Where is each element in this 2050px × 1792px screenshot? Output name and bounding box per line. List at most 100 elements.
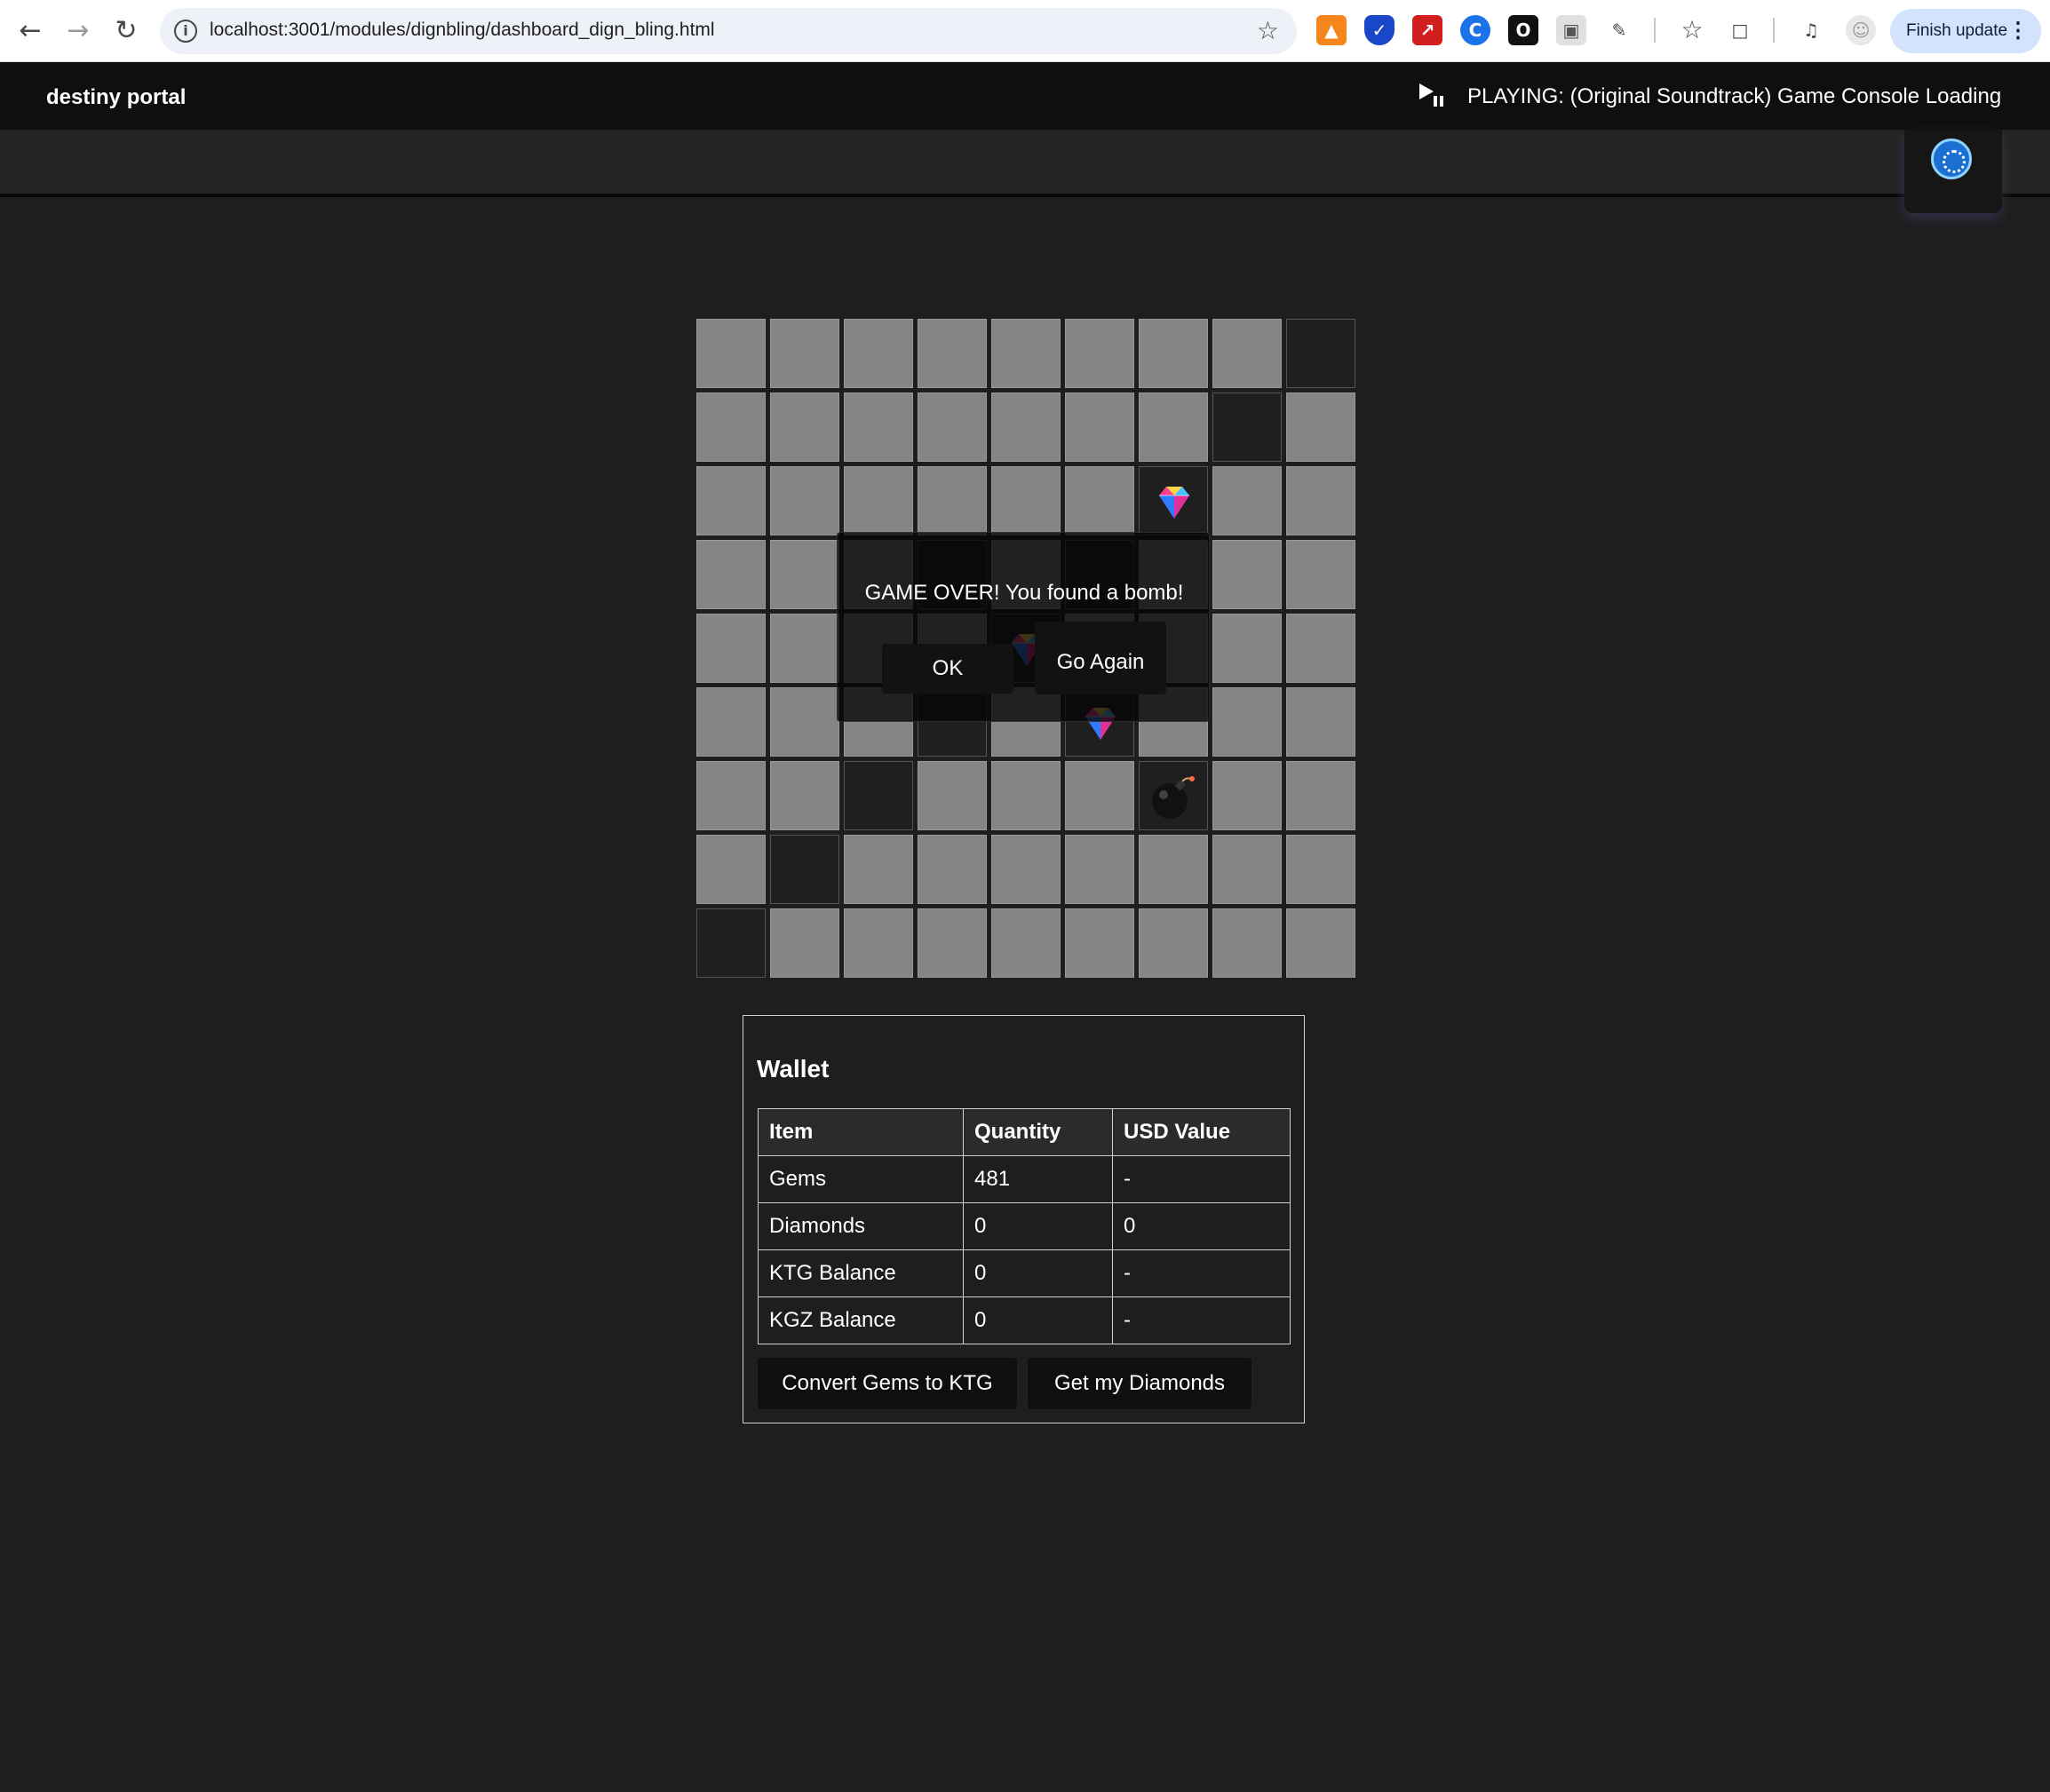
hidden-tile[interactable] <box>1212 466 1282 535</box>
app-header: destiny portal PLAYING: (Original Soundt… <box>0 62 2050 130</box>
o-extension-icon[interactable]: O <box>1508 15 1538 45</box>
revealed-tile <box>1139 761 1208 830</box>
play-pause-icon[interactable] <box>1418 82 1444 108</box>
table-cell: 0 <box>1112 1202 1291 1250</box>
cast-extension-icon[interactable]: ▣ <box>1556 15 1586 45</box>
hidden-tile[interactable] <box>1139 908 1208 978</box>
forward-icon[interactable]: → <box>62 15 94 47</box>
hidden-tile[interactable] <box>1212 761 1282 830</box>
table-cell: KGZ Balance <box>758 1296 964 1344</box>
hidden-tile[interactable] <box>1212 319 1282 388</box>
hidden-tile[interactable] <box>918 761 987 830</box>
hidden-tile[interactable] <box>918 319 987 388</box>
c-extension-icon[interactable]: C <box>1460 15 1490 45</box>
table-cell: KTG Balance <box>758 1249 964 1297</box>
hidden-tile[interactable] <box>991 761 1061 830</box>
hidden-tile[interactable] <box>1286 835 1355 904</box>
hidden-tile[interactable] <box>1065 392 1134 462</box>
hidden-tile[interactable] <box>696 687 766 757</box>
game-over-dialog: GAME OVER! You found a bomb! OK Go Again <box>837 532 1210 722</box>
hidden-tile[interactable] <box>1139 319 1208 388</box>
hidden-tile[interactable] <box>770 466 839 535</box>
extensions-puzzle-icon[interactable]: ✎ <box>1604 15 1634 45</box>
metamask-extension-icon[interactable]: ▲ <box>1316 15 1347 45</box>
hidden-tile[interactable] <box>1212 540 1282 609</box>
hidden-tile[interactable] <box>696 761 766 830</box>
finish-update-button[interactable]: Finish update ⋮ <box>1890 9 2041 53</box>
hidden-tile[interactable] <box>770 687 839 757</box>
hidden-tile[interactable] <box>696 540 766 609</box>
shield-extension-icon[interactable]: ✓ <box>1364 15 1394 45</box>
hidden-tile[interactable] <box>1286 392 1355 462</box>
hidden-tile[interactable] <box>991 466 1061 535</box>
address-bar[interactable]: i localhost:3001/modules/dignbling/dashb… <box>160 8 1297 54</box>
hidden-tile[interactable] <box>844 908 913 978</box>
table-cell: 0 <box>963 1296 1113 1344</box>
hidden-tile[interactable] <box>1139 392 1208 462</box>
hidden-tile[interactable] <box>696 835 766 904</box>
hidden-tile[interactable] <box>770 761 839 830</box>
hidden-tile[interactable] <box>844 319 913 388</box>
hidden-tile[interactable] <box>1065 319 1134 388</box>
hidden-tile[interactable] <box>770 540 839 609</box>
hidden-tile[interactable] <box>1286 761 1355 830</box>
hidden-tile[interactable] <box>1286 908 1355 978</box>
hidden-tile[interactable] <box>1212 614 1282 683</box>
hidden-tile[interactable] <box>991 392 1061 462</box>
media-controls-icon[interactable]: ♫ <box>1796 15 1826 45</box>
game-over-message: GAME OVER! You found a bomb! <box>864 581 1184 605</box>
hidden-tile[interactable] <box>696 319 766 388</box>
hidden-tile[interactable] <box>770 614 839 683</box>
back-icon[interactable]: ← <box>14 15 46 47</box>
hidden-tile[interactable] <box>1286 687 1355 757</box>
bookmark-star-icon[interactable]: ☆ <box>1257 16 1279 45</box>
bomb-icon <box>1148 773 1198 822</box>
wheel-icon[interactable] <box>1931 139 1972 179</box>
hidden-tile[interactable] <box>1212 835 1282 904</box>
hidden-tile[interactable] <box>1286 466 1355 535</box>
hidden-tile[interactable] <box>1212 908 1282 978</box>
hidden-tile[interactable] <box>1065 466 1134 535</box>
hidden-tile[interactable] <box>1065 761 1134 830</box>
get-diamonds-button[interactable]: Get my Diamonds <box>1028 1358 1251 1409</box>
hidden-tile[interactable] <box>696 392 766 462</box>
hidden-tile[interactable] <box>991 835 1061 904</box>
hidden-tile[interactable] <box>1139 835 1208 904</box>
hidden-tile[interactable] <box>770 319 839 388</box>
menu-dots-icon[interactable]: ⋮ <box>2007 9 2029 53</box>
hidden-tile[interactable] <box>844 835 913 904</box>
brand-title[interactable]: destiny portal <box>46 85 186 110</box>
floating-widget[interactable] <box>1904 130 2002 213</box>
revealed-tile <box>1139 466 1208 535</box>
hidden-tile[interactable] <box>918 908 987 978</box>
table-cell: - <box>1112 1155 1291 1203</box>
go-again-button[interactable]: Go Again <box>1035 622 1166 694</box>
hidden-tile[interactable] <box>918 466 987 535</box>
hidden-tile[interactable] <box>844 392 913 462</box>
ok-button[interactable]: OK <box>882 644 1013 694</box>
toolbar-divider-2 <box>1773 18 1775 43</box>
hidden-tile[interactable] <box>696 466 766 535</box>
reload-icon[interactable]: ↻ <box>110 15 142 47</box>
hidden-tile[interactable] <box>770 908 839 978</box>
pdf-extension-icon[interactable]: ↗ <box>1412 15 1442 45</box>
hidden-tile[interactable] <box>1065 835 1134 904</box>
hidden-tile[interactable] <box>1286 614 1355 683</box>
hidden-tile[interactable] <box>770 392 839 462</box>
bookmarks-star-icon[interactable]: ☆ <box>1677 15 1707 45</box>
table-row: KGZ Balance 0 - <box>758 1296 1291 1344</box>
convert-gems-button[interactable]: Convert Gems to KTG <box>758 1358 1017 1409</box>
hidden-tile[interactable] <box>991 319 1061 388</box>
hidden-tile[interactable] <box>844 466 913 535</box>
search-tabs-icon[interactable]: □ <box>1725 15 1755 45</box>
profile-avatar-icon[interactable]: ☺ <box>1846 15 1876 45</box>
hidden-tile[interactable] <box>918 835 987 904</box>
hidden-tile[interactable] <box>991 908 1061 978</box>
hidden-tile[interactable] <box>918 392 987 462</box>
hidden-tile[interactable] <box>1286 540 1355 609</box>
site-info-icon[interactable]: i <box>174 20 197 43</box>
hidden-tile[interactable] <box>1212 687 1282 757</box>
hidden-tile[interactable] <box>1065 908 1134 978</box>
revealed-tile <box>696 908 766 978</box>
hidden-tile[interactable] <box>696 614 766 683</box>
